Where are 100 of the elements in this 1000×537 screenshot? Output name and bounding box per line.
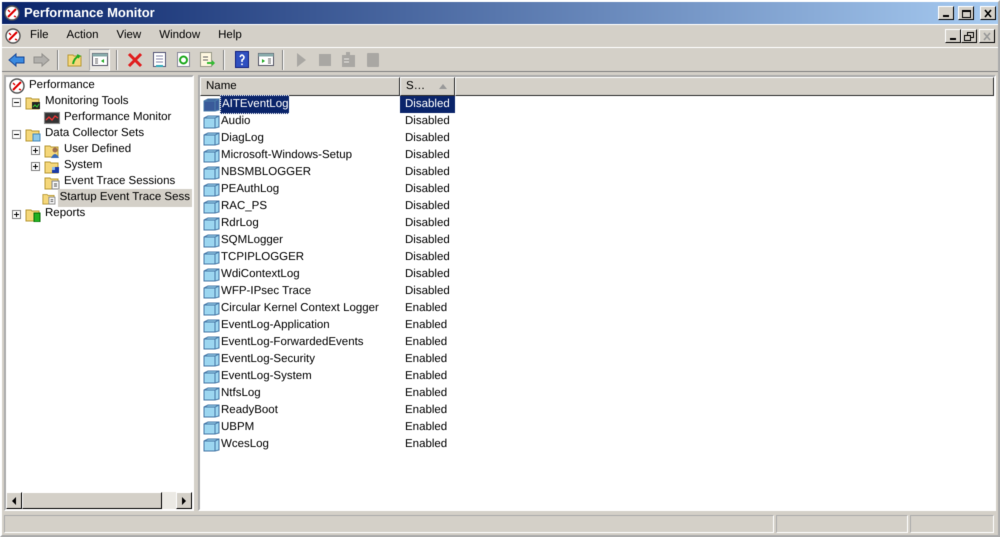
table-cell-text: Enabled <box>404 420 448 435</box>
table-cell: Disabled <box>400 96 455 114</box>
table-cell-text: Disabled <box>404 182 451 197</box>
table-cell-text: Enabled <box>404 436 448 452</box>
close-icon <box>983 8 993 18</box>
cube-icon <box>203 352 220 366</box>
cube-icon <box>203 132 220 146</box>
cube-icon <box>203 284 220 298</box>
expand-icon[interactable] <box>31 162 40 170</box>
table-cell-text: EventLog-ForwardedEvents <box>220 334 365 350</box>
menu-item[interactable]: Window <box>150 27 210 45</box>
cube-icon <box>203 98 220 112</box>
tree-item[interactable]: Monitoring Tools <box>43 93 131 111</box>
table-cell-text: NtfsLog <box>220 386 262 401</box>
left-arrow-icon <box>8 50 26 68</box>
table-cell-text: EventLog-System <box>220 368 313 384</box>
window-icon <box>90 50 108 68</box>
tree-item[interactable]: Event Trace Sessions <box>62 173 178 191</box>
close-button[interactable] <box>980 6 996 20</box>
close-button[interactable] <box>979 29 995 43</box>
column-header[interactable]: Name <box>200 77 400 96</box>
cube-icon <box>203 250 220 264</box>
maximize-icon <box>961 8 971 18</box>
cube-icon <box>203 114 220 128</box>
cube-icon <box>203 268 220 282</box>
tree-item[interactable]: Performance <box>27 77 97 95</box>
right-arrow-icon <box>32 50 50 68</box>
help-icon <box>232 50 250 68</box>
table-cell-text: SQMLogger <box>220 232 284 248</box>
horizontal-scrollbar[interactable] <box>6 492 192 509</box>
table-cell-text: Enabled <box>404 368 448 384</box>
toolbar-button[interactable] <box>89 48 110 70</box>
cube-icon <box>203 234 220 248</box>
table-cell-text: RAC_PS <box>220 198 268 214</box>
cube-icon <box>203 200 220 214</box>
table-cell-text: RdrLog <box>220 216 260 231</box>
table-cell-text: NBSMBLOGGER <box>220 164 312 180</box>
sort-arrow-icon <box>439 84 448 89</box>
cube-icon <box>203 336 220 350</box>
tree-item[interactable]: Performance Monitor <box>62 109 174 127</box>
column-label: Name <box>206 78 237 94</box>
right-arrow-icon <box>181 496 187 504</box>
table-cell-text: PEAuthLog <box>220 182 280 197</box>
table-cell-text: Disabled <box>404 266 451 282</box>
table-cell-text: Enabled <box>404 300 448 316</box>
table-cell-text: Enabled <box>404 402 448 418</box>
gauge-icon <box>9 78 25 94</box>
window-title: Performance Monitor <box>24 4 156 22</box>
cube-icon <box>203 148 220 162</box>
table-cell-text: UBPM <box>220 420 256 435</box>
table-cell-text: WdiContextLog <box>220 266 301 282</box>
collapse-icon[interactable] <box>12 130 21 138</box>
tree-item[interactable]: User Defined <box>62 141 134 159</box>
restore-button[interactable] <box>961 29 977 43</box>
maximize-button[interactable] <box>958 6 974 20</box>
minimize-icon <box>943 15 949 17</box>
table-cell-text: DiagLog <box>220 130 265 146</box>
minimize-icon <box>950 38 956 40</box>
table-cell-text: WcesLog <box>220 436 270 452</box>
table-cell-text: Disabled <box>404 232 451 248</box>
column-header[interactable]: S… <box>400 77 455 96</box>
table-cell-text: Microsoft-Windows-Setup <box>220 148 354 163</box>
table-cell-text: Disabled <box>404 284 451 299</box>
cube-icon <box>203 166 220 180</box>
tree-item[interactable]: Startup Event Trace Sess <box>58 189 192 207</box>
table-cell-text: Disabled <box>404 198 451 214</box>
expand-icon[interactable] <box>12 210 21 218</box>
collapse-icon[interactable] <box>12 98 21 106</box>
cross-icon <box>126 50 144 68</box>
table-cell: AITEventLog <box>220 94 290 114</box>
chart-icon <box>44 110 60 126</box>
cube-icon <box>203 370 220 384</box>
menu-item[interactable]: Action <box>58 27 108 45</box>
table-cell-text: Audio <box>220 114 252 129</box>
table-cell-text: WFP-IPsec Trace <box>220 284 312 299</box>
tree-item[interactable]: System <box>62 157 104 175</box>
table-cell-text: Enabled <box>404 386 448 401</box>
restore-icon <box>964 32 974 40</box>
app-icon <box>5 28 21 44</box>
cube-icon <box>203 302 220 316</box>
menu-item[interactable]: File <box>21 27 58 45</box>
table-cell-text: TCPIPLOGGER <box>220 250 306 265</box>
table-cell-text: Enabled <box>404 334 448 350</box>
menu-item[interactable]: Help <box>209 27 251 45</box>
left-arrow-icon <box>11 496 17 504</box>
table-cell-text: EventLog-Security <box>220 352 316 367</box>
table-cell-text: Disabled <box>404 114 451 129</box>
app-icon <box>4 5 20 21</box>
minimize-button[interactable] <box>945 29 961 43</box>
table-cell-text: Disabled <box>404 250 451 265</box>
minimize-button[interactable] <box>938 6 954 20</box>
menu-item[interactable]: View <box>108 27 150 45</box>
document-icon <box>340 50 358 68</box>
expand-icon[interactable] <box>31 146 40 154</box>
tree-item[interactable]: Data Collector Sets <box>43 125 146 143</box>
document-arrow-icon <box>198 50 216 68</box>
tree-item[interactable]: Reports <box>43 205 88 223</box>
table-cell-text: Disabled <box>404 216 451 231</box>
cube-icon <box>203 182 220 196</box>
table-cell-text: Enabled <box>404 352 448 367</box>
